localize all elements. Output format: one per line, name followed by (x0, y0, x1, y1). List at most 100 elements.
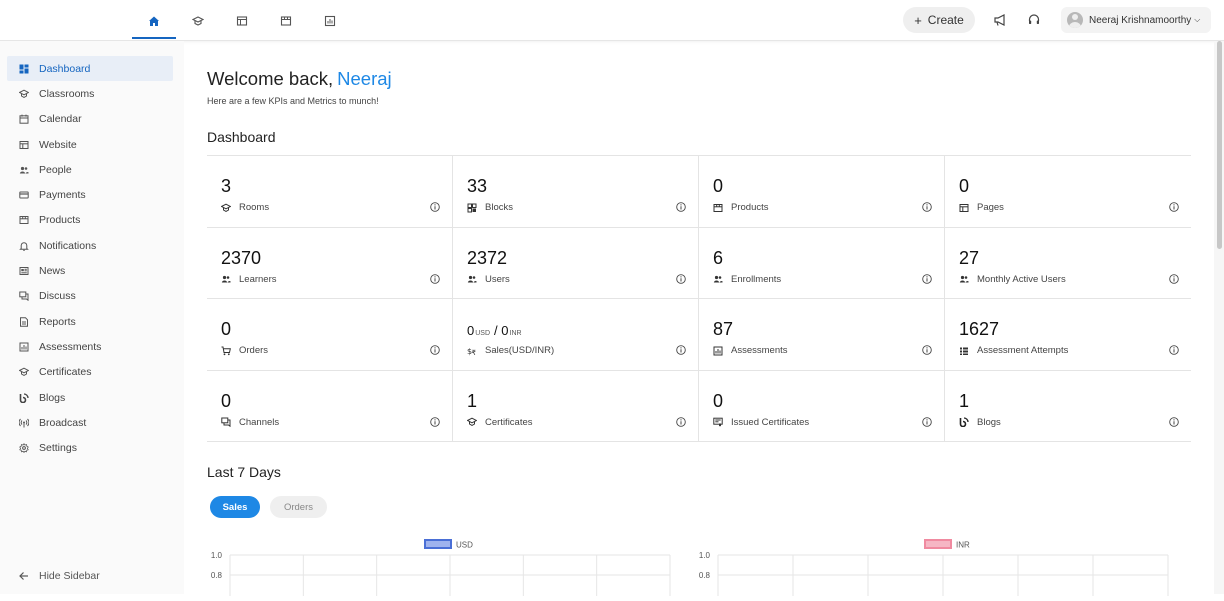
kpi-label-row: $ ₹ Sales(USD/INR) (467, 345, 554, 356)
top-nav-website[interactable] (220, 0, 264, 41)
kpi-label-row: Certificates (467, 417, 533, 428)
legend-label: USD (456, 541, 473, 550)
info-icon[interactable] (676, 416, 686, 427)
kpi-monthly-active-users[interactable]: 27 Monthly Active Users (945, 228, 1191, 299)
headset-icon[interactable] (1027, 13, 1041, 27)
sidebar-item-news[interactable]: News (7, 258, 173, 283)
legend-label: INR (956, 541, 970, 550)
kpi-enrollments[interactable]: 6 Enrollments (699, 227, 945, 299)
kpi-label-row: Blocks (467, 202, 513, 213)
scrollbar[interactable] (1214, 41, 1224, 594)
sidebar: Dashboard Classrooms Calendar Website Pe… (0, 41, 184, 594)
kpi-blogs[interactable]: 1 Blogs (945, 371, 1191, 442)
top-nav-products[interactable] (264, 0, 308, 41)
top-nav-home[interactable] (132, 0, 176, 41)
info-icon[interactable] (430, 273, 440, 284)
info-icon[interactable] (1169, 416, 1179, 427)
y-tick-label: 0.8 (699, 571, 711, 580)
sidebar-item-classrooms[interactable]: Classrooms (7, 81, 173, 106)
kpi-label-row: Assessment Attempts (959, 345, 1068, 356)
info-icon[interactable] (676, 202, 686, 212)
bell-icon (19, 241, 29, 251)
sidebar-item-notifications[interactable]: Notifications (7, 233, 173, 258)
sales-inr-unit: INR (509, 330, 522, 337)
kpi-label: Sales(USD/INR) (485, 345, 555, 356)
create-label: Create (927, 13, 964, 27)
sidebar-item-discuss[interactable]: Discuss (7, 284, 173, 309)
reports-icon (324, 15, 336, 26)
kpi-value: 0 (713, 176, 724, 196)
tab-sales[interactable]: Sales (210, 496, 260, 518)
kpi-label-row: Monthly Active Users (959, 274, 1066, 285)
kpi-channels[interactable]: 0 Channels (207, 370, 453, 442)
info-icon[interactable] (676, 273, 686, 284)
sidebar-item-blogs[interactable]: Blogs (7, 385, 173, 410)
sidebar-item-website[interactable]: Website (7, 132, 173, 157)
kpi-blocks[interactable]: 33 Blocks (453, 156, 699, 228)
welcome-prefix: Welcome back, (207, 68, 334, 89)
settings-icon (19, 443, 29, 454)
sidebar-item-reports[interactable]: Reports (7, 309, 173, 334)
user-menu[interactable]: Neeraj Krishnamoorthy ⌵ (1061, 7, 1211, 33)
tab-orders[interactable]: Orders (270, 496, 327, 518)
top-nav-reports[interactable] (308, 0, 352, 41)
website-icon (19, 140, 29, 149)
info-icon[interactable] (430, 202, 440, 212)
sidebar-item-products[interactable]: Products (7, 208, 173, 233)
top-nav-classrooms[interactable] (176, 0, 220, 41)
sidebar-item-broadcast[interactable]: Broadcast (7, 410, 173, 435)
sidebar-item-settings[interactable]: Settings (7, 435, 173, 460)
assessments-icon (713, 346, 723, 355)
dashboard-heading: Dashboard (207, 129, 276, 145)
sidebar-item-payments[interactable]: Payments (7, 182, 173, 207)
people-icon (19, 166, 29, 174)
info-icon[interactable] (1169, 345, 1179, 355)
users-icon (467, 275, 477, 283)
sidebar-item-label: Classrooms (39, 87, 95, 100)
info-icon[interactable] (430, 345, 440, 355)
kpi-label: Enrollments (731, 273, 782, 285)
kpi-label: Assessments (731, 345, 788, 356)
kpi-certificates[interactable]: 1 Certificates (453, 370, 699, 442)
kpi-assessment-attempts[interactable]: 1627 Assessment Attempts (945, 299, 1191, 371)
sidebar-item-label: Certificates (39, 366, 92, 379)
kpi-assessments[interactable]: 87 Assessments (699, 299, 945, 371)
products-icon (713, 203, 723, 212)
hide-sidebar-label: Hide Sidebar (39, 570, 100, 582)
create-button[interactable]: + Create (903, 7, 975, 33)
kpi-pages[interactable]: 0 Pages (945, 156, 1191, 228)
kpi-label-row: Issued Certificates (713, 417, 809, 428)
kpi-users[interactable]: 2372 Users (453, 227, 699, 299)
certificates-icon (467, 417, 477, 426)
info-icon[interactable] (922, 273, 932, 284)
kpi-orders[interactable]: 0 Orders (207, 299, 453, 371)
page-subtitle: Here are a few KPIs and Metrics to munch… (207, 96, 379, 106)
sidebar-item-assessments[interactable]: Assessments (7, 334, 173, 359)
sales-inr-value: 0 (501, 323, 509, 338)
info-icon[interactable] (922, 345, 932, 355)
info-icon[interactable] (1169, 202, 1179, 212)
info-icon[interactable] (922, 202, 932, 212)
kpi-label: Rooms (239, 202, 270, 213)
sidebar-item-calendar[interactable]: Calendar (7, 107, 173, 132)
hide-sidebar-button[interactable]: Hide Sidebar (19, 570, 100, 582)
kpi-label: Users (485, 273, 510, 285)
sidebar-item-people[interactable]: People (7, 157, 173, 182)
kpi-learners[interactable]: 2370 Learners (207, 227, 453, 299)
kpi-value: 27 (959, 247, 980, 268)
info-icon[interactable] (1169, 273, 1179, 284)
kpi-rooms[interactable]: 3 Rooms (207, 156, 453, 228)
kpi-sales[interactable]: 0USD/ 0INR $ ₹ Sales(USD/INR) (453, 299, 699, 371)
scrollbar-thumb[interactable] (1217, 41, 1222, 249)
kpi-products[interactable]: 0 Products (699, 156, 945, 228)
sidebar-item-certificates[interactable]: Certificates (7, 360, 173, 385)
kpi-issued-certificates[interactable]: 0 Issued Certificates (699, 370, 945, 442)
main-content: Welcome back, Neeraj Here are a few KPIs … (184, 41, 1214, 596)
info-icon[interactable] (430, 416, 440, 427)
sidebar-item-dashboard[interactable]: Dashboard (7, 56, 173, 82)
info-icon[interactable] (922, 416, 932, 427)
info-icon[interactable] (676, 345, 686, 355)
blogs-icon (19, 392, 29, 403)
megaphone-icon[interactable] (993, 13, 1007, 27)
kpi-value: 87 (713, 319, 734, 339)
